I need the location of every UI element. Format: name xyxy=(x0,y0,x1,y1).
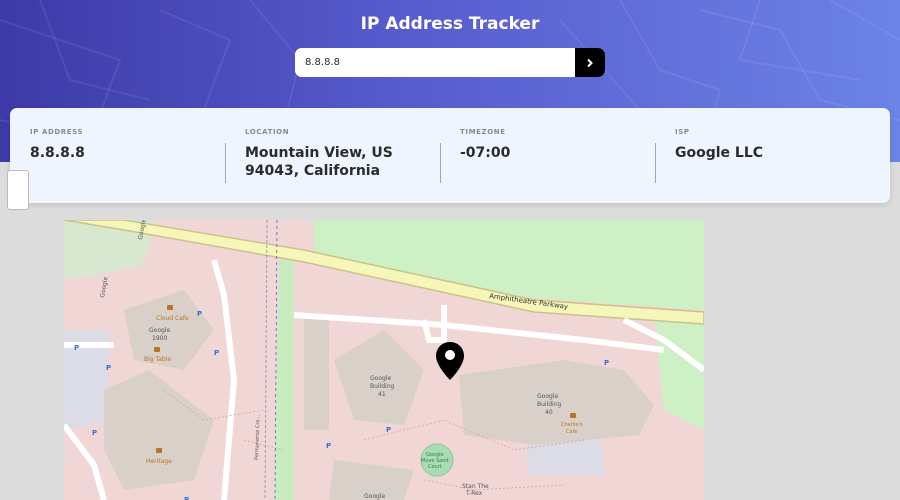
poi-label: Google 1900 xyxy=(149,327,170,342)
info-ip-address: IP ADDRESS 8.8.8.8 xyxy=(10,108,225,203)
info-location: LOCATION Mountain View, US 94043, Califo… xyxy=(225,108,440,203)
svg-text:P: P xyxy=(214,349,219,357)
poi-label: Heritage xyxy=(146,458,172,465)
page-title: IP Address Tracker xyxy=(360,14,540,34)
info-value: 8.8.8.8 xyxy=(30,145,85,161)
map-zoom-control[interactable] xyxy=(7,170,29,210)
info-isp: ISP Google LLC xyxy=(655,108,870,203)
map-view[interactable]: Amphitheatre Parkway Permanente Cre... G… xyxy=(64,220,704,500)
parking-structure xyxy=(304,315,329,430)
info-label: LOCATION xyxy=(245,128,290,136)
ip-search-input[interactable] xyxy=(295,48,575,77)
info-value: Google LLC xyxy=(675,145,764,161)
svg-text:P: P xyxy=(604,359,609,367)
info-value: Mountain View, US 94043, California xyxy=(245,145,393,179)
green-strip xyxy=(274,260,294,500)
map-canvas[interactable]: Amphitheatre Parkway Permanente Cre... G… xyxy=(64,220,704,500)
info-label: ISP xyxy=(675,128,690,136)
poi-label: Big Table xyxy=(144,356,171,363)
poi-label: Cloud Cafe xyxy=(156,315,189,322)
svg-text:P: P xyxy=(386,426,391,434)
location-pin-icon[interactable] xyxy=(436,342,464,380)
building xyxy=(104,370,214,490)
svg-text:P: P xyxy=(197,310,202,318)
ip-search-form xyxy=(295,48,605,77)
poi-label: Google xyxy=(99,276,110,298)
info-label: TIMEZONE xyxy=(460,128,506,136)
svg-text:P: P xyxy=(106,364,111,372)
svg-text:P: P xyxy=(92,429,97,437)
tracks xyxy=(264,220,268,500)
svg-text:P: P xyxy=(326,442,331,450)
park-area xyxy=(654,315,704,430)
street-label: Permanente Cre... xyxy=(254,414,262,460)
chevron-right-icon xyxy=(587,58,593,67)
svg-text:P: P xyxy=(74,344,79,352)
info-label: IP ADDRESS xyxy=(30,128,84,136)
search-submit-button[interactable] xyxy=(575,48,605,77)
svg-text:P: P xyxy=(184,496,189,500)
ip-info-card: IP ADDRESS 8.8.8.8 LOCATION Mountain Vie… xyxy=(10,108,890,203)
info-timezone: TIMEZONE -07:00 xyxy=(440,108,655,203)
info-value: -07:00 xyxy=(460,145,511,161)
poi-label: Google xyxy=(364,493,385,500)
poi-label: Stan The T-Rex xyxy=(462,483,489,497)
